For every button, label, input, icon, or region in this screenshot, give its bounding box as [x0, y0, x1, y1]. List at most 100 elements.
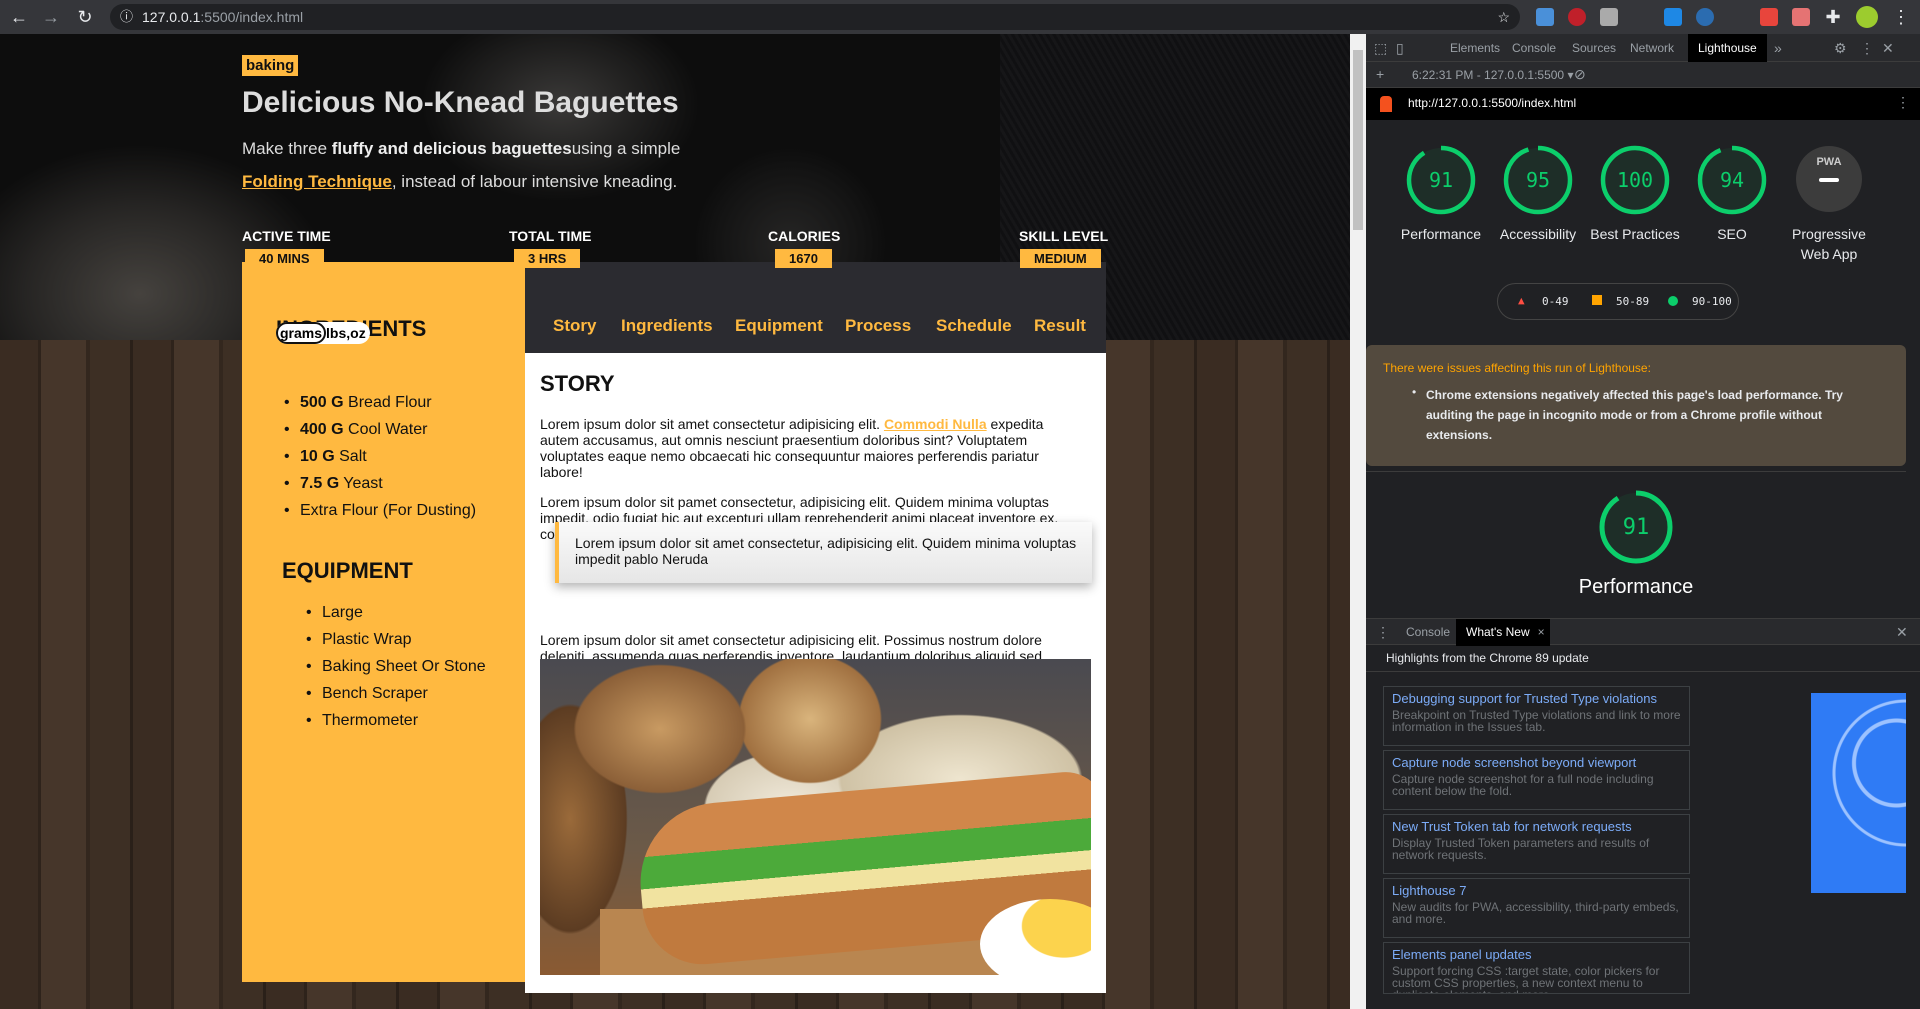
devtools-panel: ⬚ ▯ Elements Console Sources Network Lig…: [1366, 34, 1920, 1009]
equipment-item: Baking Sheet Or Stone: [306, 658, 486, 676]
sandwich-image: [540, 659, 1091, 975]
stat-label: CALORIES: [768, 228, 841, 244]
commodi-nulla-link[interactable]: Commodi Nulla: [884, 416, 987, 432]
ingredient-item: 500 G Bread Flour: [284, 394, 432, 412]
card-title[interactable]: Elements panel updates: [1392, 947, 1681, 962]
run-selector[interactable]: 6:22:31 PM - 127.0.0.1:5500 ▾: [1412, 68, 1573, 82]
unit-grams[interactable]: grams: [276, 322, 327, 344]
nav-process[interactable]: Process: [845, 316, 911, 336]
ingredient-item: Extra Flour (For Dusting): [284, 502, 476, 520]
equipment-item: Thermometer: [306, 712, 418, 730]
drawer-tab-console[interactable]: Console: [1396, 619, 1460, 646]
whats-new-card[interactable]: New Trust Token tab for network requests…: [1383, 814, 1690, 874]
stat-value: 40 MINS: [245, 249, 324, 268]
menu-icon[interactable]: ⋮: [1890, 6, 1912, 28]
card-description: Breakpoint on Trusted Type violations an…: [1392, 708, 1681, 734]
pwa-badge[interactable]: PWA: [1789, 146, 1869, 212]
drawer-tabbar: ⋮ Console What's New × ✕: [1366, 618, 1920, 646]
bookmark-star-icon[interactable]: ☆: [1497, 4, 1510, 30]
whats-new-card[interactable]: Capture node screenshot beyond viewport C…: [1383, 750, 1690, 810]
equipment-item: Plastic Wrap: [306, 631, 411, 649]
card-title[interactable]: New Trust Token tab for network requests: [1392, 819, 1681, 834]
more-icon[interactable]: ⋮: [1860, 40, 1874, 57]
clear-icon[interactable]: ⊘: [1574, 66, 1586, 83]
score-gauge[interactable]: 95: [1502, 144, 1574, 216]
score-gauge[interactable]: 100: [1599, 144, 1671, 216]
card-description: New audits for PWA, accessibility, third…: [1392, 900, 1679, 926]
score-gauge[interactable]: 94: [1696, 144, 1768, 216]
average-square-icon: [1592, 295, 1602, 305]
card-title[interactable]: Lighthouse 7: [1392, 883, 1681, 898]
equipment-heading: EQUIPMENT: [282, 558, 413, 583]
card-description: Support forcing CSS :target state, color…: [1392, 964, 1660, 993]
warning-item: Chrome extensions negatively affected th…: [1426, 388, 1843, 442]
nav-ingredients[interactable]: Ingredients: [621, 316, 713, 336]
close-tab-icon[interactable]: ×: [1538, 619, 1545, 646]
avatar[interactable]: [1856, 6, 1878, 28]
extension-icon[interactable]: [1568, 8, 1586, 26]
whats-new-card[interactable]: Elements panel updates Support forcing CS…: [1383, 942, 1690, 994]
tab-console[interactable]: Console: [1502, 34, 1566, 62]
drawer-menu-icon[interactable]: ⋮: [1376, 624, 1390, 641]
more-tabs-icon[interactable]: »: [1774, 40, 1782, 56]
puzzle-icon[interactable]: ✚: [1822, 6, 1844, 28]
extension-icon[interactable]: [1696, 8, 1714, 26]
nav-result[interactable]: Result: [1034, 316, 1086, 336]
report-menu-icon[interactable]: ⋮: [1896, 94, 1910, 111]
stat-value: MEDIUM: [1020, 249, 1101, 268]
reload-icon[interactable]: ↻: [74, 6, 96, 28]
pass-circle-icon: [1668, 296, 1678, 306]
report-url[interactable]: http://127.0.0.1:5500/index.html: [1408, 96, 1576, 110]
score-gauge[interactable]: 91: [1405, 144, 1477, 216]
nav-schedule[interactable]: Schedule: [936, 316, 1012, 336]
folding-technique-link[interactable]: Folding Technique: [242, 172, 392, 191]
nav-story[interactable]: Story: [553, 316, 596, 336]
blockquote: Lorem ipsum dolor sit amet consectetur, …: [555, 522, 1092, 583]
whats-new-card[interactable]: Lighthouse 7 New audits for PWA, accessib…: [1383, 878, 1690, 938]
extension-icon[interactable]: [1760, 8, 1778, 26]
close-icon[interactable]: ✕: [1882, 40, 1894, 57]
extension-icon[interactable]: [1600, 8, 1618, 26]
lighthouse-logo-icon: [1380, 96, 1392, 112]
ingredient-item: 7.5 G Yeast: [284, 475, 383, 493]
gauge-score: 94: [1720, 168, 1744, 192]
close-drawer-icon[interactable]: ✕: [1896, 624, 1908, 641]
info-icon: ⓘ: [120, 9, 134, 24]
card-title[interactable]: Debugging support for Trusted Type viola…: [1392, 691, 1681, 706]
scrollbar-thumb[interactable]: [1353, 50, 1363, 230]
ingredient-item: 400 G Cool Water: [284, 421, 428, 439]
story-paragraph: Lorem ipsum dolor sit amet consectetur a…: [540, 416, 1044, 480]
gauge-label: Accessibility: [1499, 226, 1577, 242]
subtitle-line2: Folding Technique, instead of labour int…: [242, 172, 678, 191]
drawer-tab-whats-new[interactable]: What's New ×: [1456, 619, 1550, 646]
stat-value: 3 HRS: [514, 249, 581, 268]
devtools-tabbar: ⬚ ▯ Elements Console Sources Network Lig…: [1366, 34, 1920, 62]
divider: [1366, 471, 1906, 472]
back-icon[interactable]: ←: [8, 6, 30, 28]
device-toolbar-icon[interactable]: ▯: [1396, 40, 1404, 57]
section-nav: [525, 262, 1106, 353]
lighthouse-toolbar: + 6:22:31 PM - 127.0.0.1:5500 ▾ ⊘: [1366, 62, 1920, 88]
whats-new-card[interactable]: Debugging support for Trusted Type viola…: [1383, 686, 1690, 746]
inspect-icon[interactable]: ⬚: [1374, 40, 1387, 57]
nav-equipment[interactable]: Equipment: [735, 316, 823, 336]
address-bar[interactable]: ⓘ 127.0.0.1:5500/index.html ☆: [110, 4, 1520, 30]
gear-icon[interactable]: ⚙: [1834, 40, 1847, 57]
tab-elements[interactable]: Elements: [1440, 34, 1510, 62]
forward-icon[interactable]: →: [40, 6, 62, 28]
score-legend: ▲ 0-49 50-89 90-100: [1497, 283, 1739, 320]
gauge-score: 91: [1429, 168, 1453, 192]
add-icon[interactable]: +: [1376, 66, 1384, 82]
card-title[interactable]: Capture node screenshot beyond viewport: [1392, 755, 1681, 770]
extension-icon[interactable]: [1536, 8, 1554, 26]
stat-label: TOTAL TIME: [509, 228, 592, 244]
unit-toggle[interactable]: grams lbs,oz: [276, 322, 370, 344]
extension-icon[interactable]: [1664, 8, 1682, 26]
tab-lighthouse[interactable]: Lighthouse: [1688, 34, 1767, 62]
tab-sources[interactable]: Sources: [1562, 34, 1626, 62]
unit-lbs-oz[interactable]: lbs,oz: [326, 325, 366, 341]
score-gauge[interactable]: 91: [1598, 489, 1674, 565]
extension-icon[interactable]: [1792, 8, 1810, 26]
tab-network[interactable]: Network: [1620, 34, 1684, 62]
pwa-icon: PWA: [1796, 146, 1862, 212]
